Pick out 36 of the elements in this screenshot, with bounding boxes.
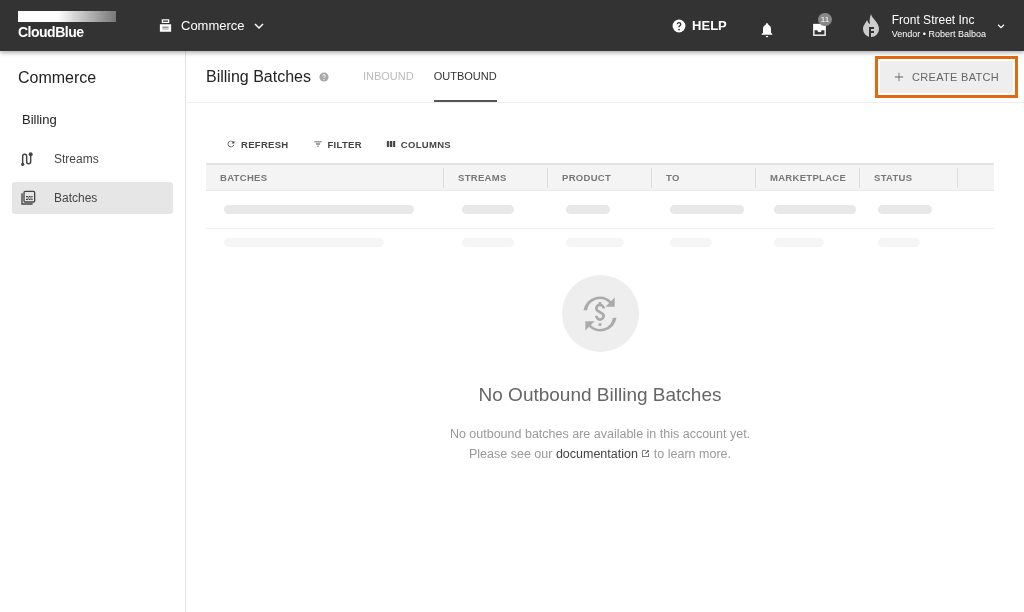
toolbar-button[interactable]: FILTER xyxy=(312,138,362,150)
column-header[interactable]: TO xyxy=(652,167,756,188)
empty-state-text: No outbound batches are available in this account yet. Please see our documentation to learn more. xyxy=(449,426,751,463)
empty-state-title: No Outbound Billing Batches xyxy=(478,384,722,406)
page-title: Billing Batches xyxy=(206,67,311,86)
column-header[interactable]: STREAMS xyxy=(444,167,548,188)
sidebar-section-label: Billing xyxy=(22,112,58,127)
sidebar-item[interactable]: Streams xyxy=(12,143,173,175)
batches-icon xyxy=(20,190,36,206)
toolbar-button[interactable]: REFRESH xyxy=(226,138,289,150)
account-menu[interactable]: Front Street Inc Vendor • Robert Balboa xyxy=(859,12,1006,39)
column-header[interactable]: MARKETPLACE xyxy=(756,167,860,188)
module-switcher[interactable]: Commerce xyxy=(158,18,265,33)
tab[interactable]: OUTBOUND xyxy=(433,51,497,102)
account-name: Front Street Inc xyxy=(891,12,976,27)
column-header[interactable]: PRODUCT xyxy=(548,167,652,188)
notification-count: 11 xyxy=(817,13,833,26)
toolbar-button[interactable]: COLUMNS xyxy=(385,138,451,150)
cash-register-icon xyxy=(158,18,173,33)
refresh-icon xyxy=(226,139,236,149)
sidebar-title: Commerce xyxy=(17,69,98,87)
columns-icon xyxy=(385,139,396,149)
create-batch-button[interactable]: CREATE BATCH xyxy=(880,60,1013,93)
logo-text: CloudBlue xyxy=(18,24,85,40)
help-button[interactable]: HELP xyxy=(672,18,727,33)
account-role: Vendor • Robert Balboa xyxy=(891,28,986,39)
help-icon xyxy=(672,18,687,33)
sidebar-item[interactable]: Batches xyxy=(12,182,173,214)
external-link-icon xyxy=(641,449,651,458)
column-header[interactable]: STATUS xyxy=(860,167,958,188)
inbox-icon xyxy=(810,21,828,38)
documentation-link[interactable]: documentation xyxy=(555,447,651,461)
inbox-button[interactable]: 11 xyxy=(810,13,832,38)
column-header[interactable]: BATCHES xyxy=(206,167,444,188)
streams-icon xyxy=(20,151,36,167)
help-icon xyxy=(318,71,329,82)
